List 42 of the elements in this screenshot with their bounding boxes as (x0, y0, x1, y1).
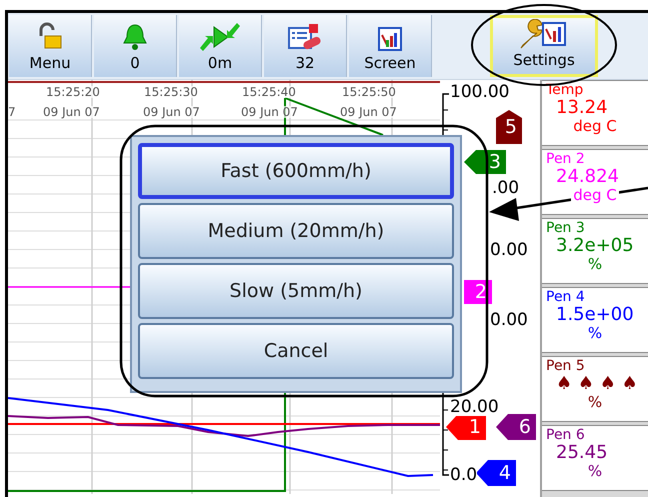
toolbar-button[interactable]: Settings (490, 15, 598, 77)
toolbar-button[interactable]: 0m (179, 15, 262, 77)
toolbar-button[interactable]: 0 (94, 15, 177, 77)
time-label: 15:25:20 (46, 86, 100, 98)
pen-name: Pen 4 (546, 288, 586, 306)
pen-value: 24.824 (555, 168, 620, 186)
pen-unit: deg C (571, 117, 619, 135)
pen-name: Pen 5 (546, 357, 586, 375)
pen-value: ♠ ♠ ♠ ♠ (555, 375, 639, 393)
date-label: 09 Jun 07 (340, 106, 397, 118)
pen-value: 25.45 (555, 444, 609, 462)
date-label: 09 Jun 07 (43, 106, 100, 118)
pen-value: 1.5e+00 (555, 306, 635, 324)
pen-name: Pen 3 (546, 219, 586, 237)
pen-tag: 4 (476, 460, 516, 486)
pen-unit: deg C (571, 186, 619, 204)
time-label: 15:25:50 (342, 86, 396, 98)
date-label: 7 (8, 106, 16, 118)
date-label: 09 Jun 07 (241, 106, 298, 118)
list-pen-icon (287, 22, 323, 52)
pen-value: 3.2e+05 (555, 237, 635, 255)
scale-label: 20.00 (450, 399, 499, 416)
date-label: 09 Jun 07 (143, 106, 200, 118)
wrench-chart-icon (519, 18, 569, 48)
play-arrows-icon (197, 22, 243, 52)
speed-option-button[interactable]: Medium (20mm/h) (138, 203, 454, 259)
pen-tag: 3 (464, 150, 506, 174)
speed-option-button[interactable]: Fast (600mm/h) (138, 143, 454, 199)
pen-tag: 6 (496, 414, 536, 440)
toolbar-button[interactable]: Screen (349, 15, 432, 77)
speed-option-button[interactable]: Slow (5mm/h) (138, 263, 454, 319)
pen-value: 13.24 (555, 99, 609, 117)
time-label: 15:25:40 (242, 86, 296, 98)
pen-name: Pen 2 (546, 150, 586, 168)
time-label: 15:25:30 (144, 86, 198, 98)
toolbar-button[interactable]: Menu (9, 15, 92, 77)
pen-name: Pen 6 (546, 426, 586, 444)
speed-option-button[interactable]: Cancel (138, 323, 454, 379)
chart-icon (377, 26, 403, 52)
toolbar-button[interactable]: 32 (264, 15, 347, 77)
pen-tag: 1 (446, 414, 486, 440)
pen-tag: 5 (496, 110, 522, 144)
